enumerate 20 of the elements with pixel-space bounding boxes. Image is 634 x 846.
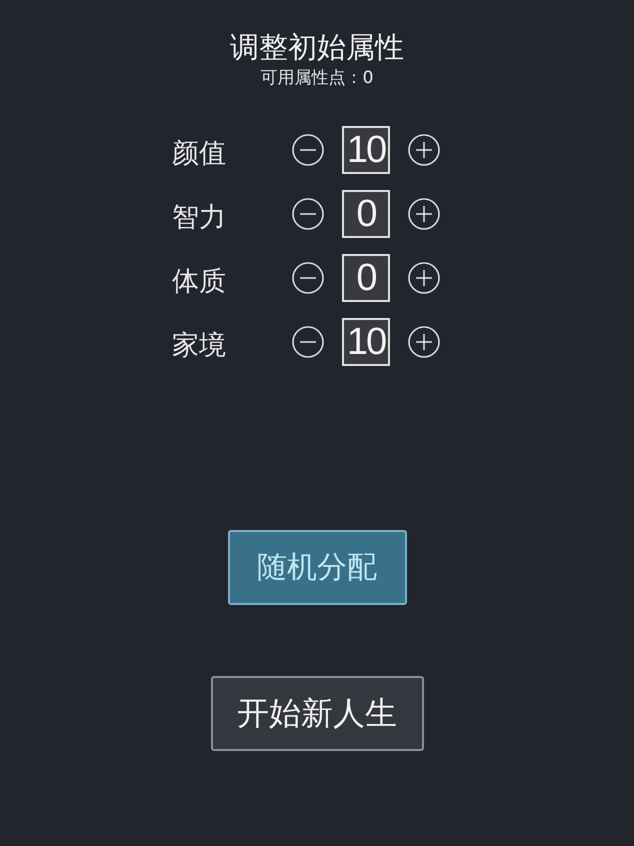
minus-icon[interactable] <box>292 262 324 294</box>
attribute-label: 智力 <box>172 201 227 235</box>
plus-icon[interactable] <box>408 198 440 230</box>
plus-icon[interactable] <box>408 262 440 294</box>
minus-icon[interactable] <box>292 198 324 230</box>
plus-icon[interactable] <box>408 326 440 358</box>
attribute-label: 家境 <box>172 329 227 363</box>
plus-icon[interactable] <box>408 134 440 166</box>
available-points: 可用属性点：0 <box>260 67 374 89</box>
minus-icon[interactable] <box>292 326 324 358</box>
attribute-label: 体质 <box>172 265 227 299</box>
attribute-label: 颜值 <box>172 137 227 171</box>
minus-icon[interactable] <box>292 134 324 166</box>
attribute-value: 0 <box>342 254 390 302</box>
attribute-value: 10 <box>342 318 390 366</box>
page-title: 调整初始属性 <box>230 29 404 65</box>
random-assign-button[interactable]: 随机分配 <box>228 530 406 605</box>
start-button[interactable]: 开始新人生 <box>210 676 424 751</box>
attribute-value: 0 <box>342 190 390 238</box>
attribute-value: 10 <box>342 126 390 174</box>
